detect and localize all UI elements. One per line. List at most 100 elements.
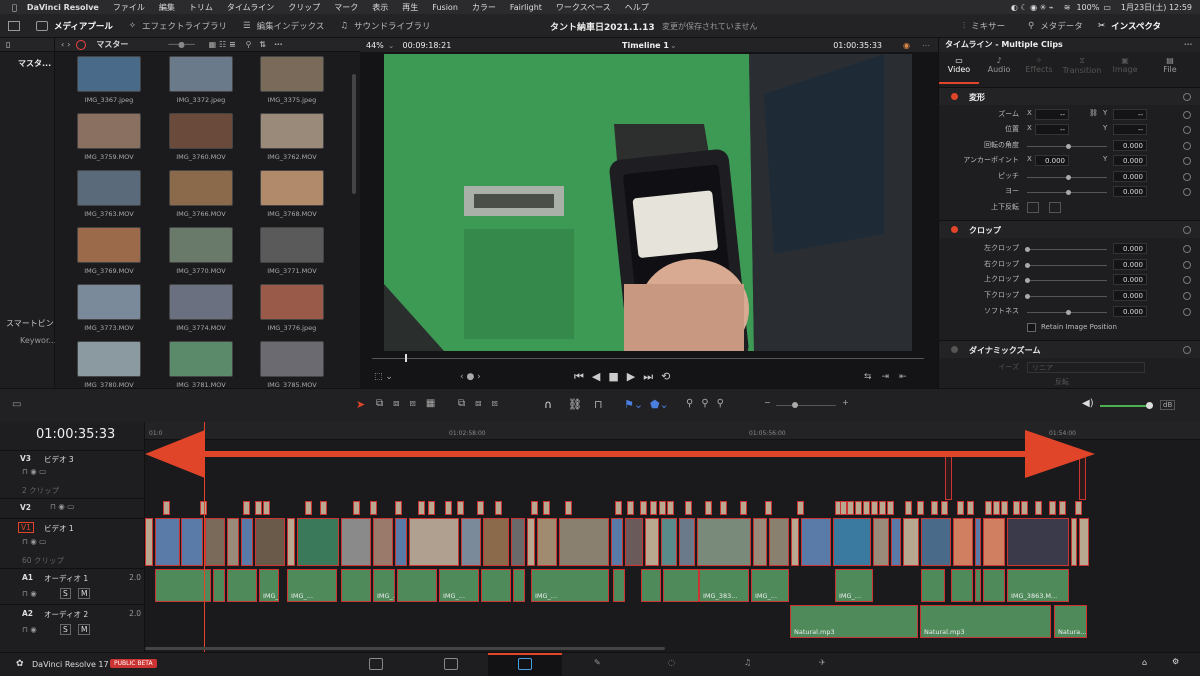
video-clip[interactable] xyxy=(341,518,371,566)
v2-clip[interactable] xyxy=(720,501,727,515)
v2-clip[interactable] xyxy=(1059,501,1066,515)
audio-clip[interactable] xyxy=(341,569,371,602)
v2-clip[interactable] xyxy=(627,501,634,515)
audio-clip[interactable]: IMG_... xyxy=(439,569,479,602)
page-color-icon[interactable]: ◌ xyxy=(668,658,675,667)
media-thumbnail[interactable] xyxy=(169,284,233,320)
video-clip[interactable] xyxy=(1079,518,1089,566)
video-clip[interactable] xyxy=(903,518,919,566)
viewer-more-icon[interactable]: ⋯ xyxy=(922,41,930,50)
video-clip[interactable] xyxy=(409,518,459,566)
video-clip[interactable] xyxy=(461,518,481,566)
v2-clip[interactable] xyxy=(163,501,170,515)
v2-clip[interactable] xyxy=(320,501,327,515)
zoom-out-icon[interactable]: − xyxy=(764,398,771,407)
video-clip[interactable] xyxy=(833,518,871,566)
v2-clip[interactable] xyxy=(887,501,894,515)
v2-clip[interactable] xyxy=(1049,501,1056,515)
media-thumbnail[interactable] xyxy=(77,227,141,263)
crop-right-slider[interactable] xyxy=(1027,265,1107,266)
v2-clip[interactable] xyxy=(941,501,948,515)
anchor-reset-icon[interactable] xyxy=(1183,157,1191,165)
pitch-reset-icon[interactable] xyxy=(1183,173,1191,181)
flip-horizontal-button[interactable] xyxy=(1027,202,1039,213)
snapping-icon[interactable]: ∩ xyxy=(544,398,552,411)
timeline-scrollbar[interactable] xyxy=(145,647,665,650)
a1-mute-button[interactable]: M xyxy=(78,588,91,599)
v2-clip[interactable] xyxy=(615,501,622,515)
crop-top-knob[interactable] xyxy=(1025,278,1030,283)
v3-controls[interactable]: ⊓ ◉ ▭ xyxy=(22,467,46,476)
audio-clip[interactable]: IMG_... xyxy=(287,569,337,602)
audio-clip[interactable] xyxy=(155,569,211,602)
zoom-in-icon[interactable]: + xyxy=(842,398,849,407)
video-clip[interactable] xyxy=(983,518,1005,566)
crop-right-reset-icon[interactable] xyxy=(1183,261,1191,269)
video-clip[interactable] xyxy=(559,518,609,566)
media-thumbnail[interactable] xyxy=(169,341,233,377)
page-edit-icon[interactable] xyxy=(518,658,532,670)
menu-workspace[interactable]: ワークスペース xyxy=(556,2,611,13)
crop-reset-icon[interactable] xyxy=(1183,226,1191,234)
crop-left-field[interactable]: 0.000 xyxy=(1113,243,1147,254)
video-clip[interactable] xyxy=(921,518,951,566)
video-clip[interactable] xyxy=(145,518,153,566)
marker-icon[interactable]: ⬟⌄ xyxy=(650,398,669,411)
page-fusion-icon[interactable]: ✎ xyxy=(594,658,601,667)
menu-color[interactable]: カラー xyxy=(472,2,496,13)
softness-knob[interactable] xyxy=(1066,310,1071,315)
yaw-field[interactable]: 0.000 xyxy=(1113,186,1147,197)
a2-lock-icon[interactable]: ⊓ ◉ xyxy=(22,625,37,634)
anchor-x-field[interactable]: 0.000 xyxy=(1035,155,1069,166)
video-clip[interactable] xyxy=(181,518,203,566)
sound-library-button[interactable]: ♫ サウンドライブラリ xyxy=(332,14,438,38)
audio-clip[interactable] xyxy=(951,569,973,602)
v2-clip[interactable] xyxy=(863,501,870,515)
media-thumbnail[interactable] xyxy=(260,341,324,377)
edit-tools-icons[interactable]: ⧉⧈⧇▦ xyxy=(376,398,445,409)
video-clip[interactable] xyxy=(511,518,525,566)
crop-top-reset-icon[interactable] xyxy=(1183,276,1191,284)
audio-clip[interactable] xyxy=(397,569,437,602)
media-thumbnail[interactable] xyxy=(169,56,233,92)
wifi-icon[interactable]: ≋ xyxy=(1064,3,1071,12)
audio-clip[interactable]: IMG_... xyxy=(373,569,395,602)
video-clip[interactable] xyxy=(679,518,695,566)
v2-clip[interactable] xyxy=(445,501,452,515)
rotation-field[interactable]: 0.000 xyxy=(1113,140,1147,151)
v1-name[interactable]: ビデオ 1 xyxy=(44,523,74,534)
v2-clip[interactable] xyxy=(457,501,464,515)
timeline-tracks[interactable]: 01:0 01:02:58:00 01:05:56:00 01:54:00 IM… xyxy=(145,422,1200,652)
v2-clip[interactable] xyxy=(640,501,647,515)
menu-fusion[interactable]: Fusion xyxy=(432,3,458,12)
link-clips-icon[interactable]: ⛓ xyxy=(568,398,582,411)
audio-clip[interactable] xyxy=(641,569,661,602)
v2-clip[interactable] xyxy=(879,501,886,515)
crop-bottom-knob[interactable] xyxy=(1025,294,1030,299)
timeline-zoom-slider[interactable] xyxy=(776,405,836,406)
v2-clip[interactable] xyxy=(765,501,772,515)
jog-icon[interactable]: ‹ ● › xyxy=(460,372,481,382)
anchor-y-field[interactable]: 0.000 xyxy=(1113,155,1147,166)
v2-clip[interactable] xyxy=(370,501,377,515)
v2-clip[interactable] xyxy=(495,501,502,515)
v2-clip[interactable] xyxy=(395,501,402,515)
viewer-zoom[interactable]: 44% xyxy=(366,41,384,50)
tab-effects[interactable]: ✧ Effects xyxy=(1019,52,1059,84)
v2-controls[interactable]: ⊓ ◉ ▭ xyxy=(50,502,74,511)
inspector-more-icon[interactable]: ⋯ xyxy=(1184,38,1192,52)
v2-clip[interactable] xyxy=(797,501,804,515)
crop-top-field[interactable]: 0.000 xyxy=(1113,274,1147,285)
more-icon[interactable]: ⋯ xyxy=(274,40,282,49)
metadata-button[interactable]: ⚲ メタデータ xyxy=(1020,14,1091,38)
v1-controls[interactable]: ⊓ ◉ ▭ xyxy=(22,537,46,546)
audio-clip[interactable]: IMG_3863.M... xyxy=(1007,569,1069,602)
video-clip[interactable] xyxy=(645,518,659,566)
v2-clip[interactable] xyxy=(740,501,747,515)
rotation-reset-icon[interactable] xyxy=(1183,142,1191,150)
v2-clip[interactable] xyxy=(855,501,862,515)
flag-icon[interactable]: ⚑⌄ xyxy=(624,398,643,411)
v2-clip[interactable] xyxy=(543,501,550,515)
audio-clip[interactable] xyxy=(213,569,225,602)
softness-field[interactable]: 0.000 xyxy=(1113,306,1147,317)
